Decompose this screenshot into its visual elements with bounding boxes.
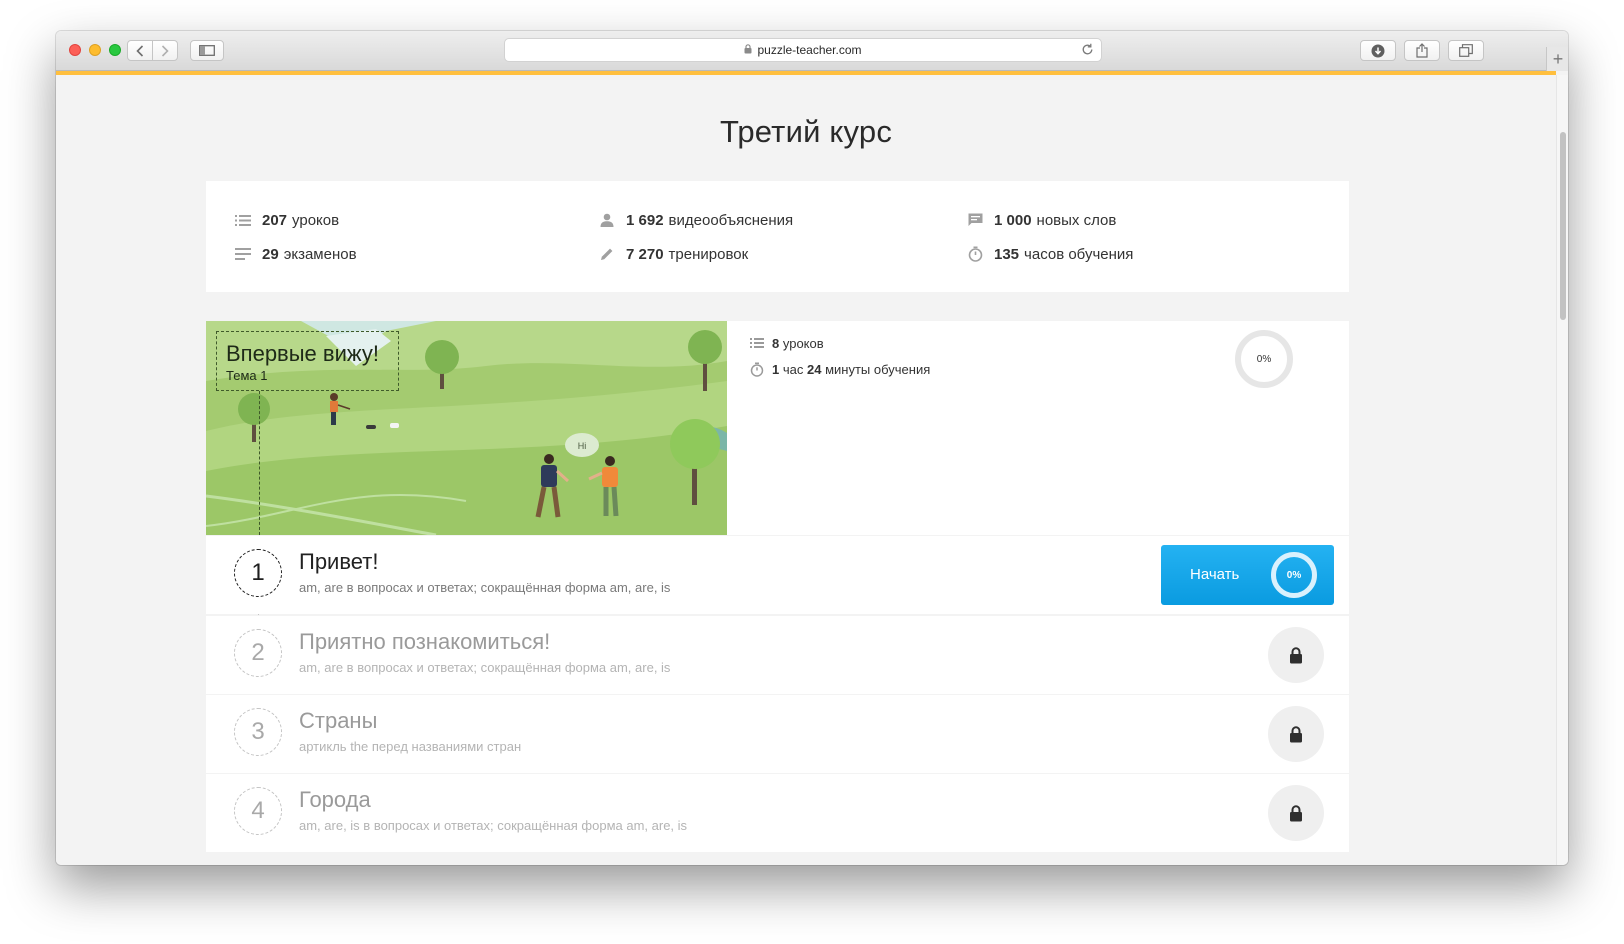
scrollbar-thumb[interactable]: [1560, 132, 1566, 320]
lesson-item-3[interactable]: 3 Страны артикль the перед названиями ст…: [206, 695, 1349, 773]
lesson-number-badge: 3: [234, 708, 282, 756]
topic-illustration: Hi Впервые вижу! Тема 1: [206, 321, 727, 535]
stat-words-value: 1 000: [994, 211, 1032, 229]
list-icon: [234, 211, 252, 229]
topic-progress-ring: 0%: [1235, 330, 1293, 388]
stopwatch-icon: [749, 361, 765, 377]
stat-exams-label: экзаменов: [283, 245, 357, 263]
topic-connector-line: [259, 391, 260, 535]
topic-lessons-value: 8: [772, 335, 780, 351]
topic-lessons-label: уроков: [782, 335, 824, 351]
share-button[interactable]: [1404, 40, 1440, 61]
lock-icon: [1290, 725, 1302, 742]
downloads-button[interactable]: [1360, 40, 1396, 61]
lesson-description: артикль the перед названиями стран: [299, 739, 522, 754]
locked-lesson-button[interactable]: [1268, 785, 1324, 841]
stat-hours-value: 135: [994, 245, 1020, 263]
stat-lessons-value: 207: [262, 211, 288, 229]
stat-videos-label: видеообъяснения: [668, 211, 794, 229]
lesson-title: Страны: [299, 708, 378, 733]
forward-button[interactable]: [152, 40, 178, 61]
share-icon: [1416, 43, 1428, 58]
stat-trainings-label: тренировок: [668, 245, 749, 263]
stat-exams: 29 экзаменов: [234, 245, 357, 263]
lesson-description: am, are, is в вопросах и ответах; сокращ…: [299, 818, 688, 833]
chat-icon: [966, 211, 984, 229]
speech-bubble-text: Hi: [578, 441, 587, 451]
start-lesson-button[interactable]: Начать 0%: [1161, 545, 1334, 605]
lesson-title: Города: [299, 787, 371, 812]
lesson-progress-label: 0%: [1286, 569, 1302, 581]
topic-subtitle: Тема 1: [226, 368, 268, 383]
topic-duration-hours-label: час: [782, 361, 804, 377]
topic-duration-minutes-label: минуты обучения: [825, 361, 931, 377]
locked-lesson-button[interactable]: [1268, 706, 1324, 762]
chevron-left-icon: [136, 44, 144, 57]
lesson-title: Приятно познакомиться!: [299, 629, 551, 654]
lock-small-icon: [744, 43, 752, 57]
address-bar[interactable]: puzzle-teacher.com: [504, 38, 1102, 62]
lock-icon: [1290, 804, 1302, 821]
lock-icon: [1290, 646, 1302, 663]
lesson-title: Привет!: [299, 549, 379, 574]
stat-words-label: новых слов: [1036, 211, 1117, 229]
topic-title: Впервые вижу!: [226, 341, 379, 366]
lesson-number-badge: 1: [234, 549, 282, 597]
browser-window: puzzle-teacher.com + Третий курс 207 уро…: [56, 31, 1568, 865]
stat-trainings-value: 7 270: [626, 245, 664, 263]
browser-titlebar: puzzle-teacher.com: [56, 31, 1568, 71]
page-content: Третий курс 207 уроков 1 692 видеообъясн…: [56, 75, 1556, 865]
topic-label-box: Впервые вижу! Тема 1: [216, 331, 399, 391]
lesson-number-badge: 4: [234, 787, 282, 835]
page-scrollbar[interactable]: [1556, 75, 1568, 865]
topic-card: Hi Впервые вижу! Тема 1 8 уроков 1 час 2…: [206, 321, 1349, 535]
stat-videos: 1 692 видеообъяснения: [598, 211, 793, 229]
course-stats-panel: 207 уроков 1 692 видеообъяснения 1 000 н…: [206, 181, 1349, 292]
person-icon: [598, 211, 616, 229]
back-button[interactable]: [127, 40, 153, 61]
stat-exams-value: 29: [262, 245, 279, 263]
list-icon: [749, 335, 765, 351]
lesson-description: am, are в вопросах и ответах; сокращённа…: [299, 580, 671, 595]
stat-lessons: 207 уроков: [234, 211, 339, 229]
lesson-item-2[interactable]: 2 Приятно познакомиться! am, are в вопро…: [206, 616, 1349, 694]
reload-icon[interactable]: [1081, 43, 1094, 59]
zoom-window-button[interactable]: [109, 44, 121, 56]
close-window-button[interactable]: [69, 44, 81, 56]
topic-meta: 8 уроков 1 час 24 минуты обучения: [749, 335, 930, 387]
stat-videos-value: 1 692: [626, 211, 664, 229]
topic-duration-hours: 1: [772, 361, 780, 377]
lesson-item-4[interactable]: 4 Города am, are, is в вопросах и ответа…: [206, 774, 1349, 852]
stat-hours-label: часов обучения: [1024, 245, 1134, 263]
stopwatch-icon: [966, 245, 984, 263]
lesson-progress-ring: 0%: [1271, 552, 1317, 598]
new-tab-button[interactable]: +: [1546, 47, 1568, 71]
address-url: puzzle-teacher.com: [757, 43, 862, 57]
stat-hours: 135 часов обучения: [966, 245, 1133, 263]
stat-trainings: 7 270 тренировок: [598, 245, 748, 263]
lesson-description: am, are в вопросах и ответах; сокращённа…: [299, 660, 671, 675]
sidebar-toggle-button[interactable]: [190, 40, 224, 61]
stat-lessons-label: уроков: [292, 211, 340, 229]
lines-icon: [234, 245, 252, 263]
download-icon: [1371, 44, 1385, 57]
topic-duration: 1 час 24 минуты обучения: [749, 361, 930, 377]
tabs-overview-button[interactable]: [1448, 40, 1484, 61]
locked-lesson-button[interactable]: [1268, 627, 1324, 683]
minimize-window-button[interactable]: [89, 44, 101, 56]
page-title: Третий курс: [719, 114, 893, 149]
pencil-icon: [598, 245, 616, 263]
lesson-number-badge: 2: [234, 629, 282, 677]
chevron-right-icon: [161, 44, 169, 57]
start-button-label: Начать: [1190, 566, 1240, 583]
stat-words: 1 000 новых слов: [966, 211, 1116, 229]
topic-progress-label: 0%: [1256, 353, 1272, 365]
topic-duration-minutes: 24: [807, 361, 822, 377]
tabs-icon: [1459, 44, 1473, 57]
sidebar-icon: [199, 45, 215, 56]
topic-lessons-count: 8 уроков: [749, 335, 930, 351]
lesson-item-1[interactable]: 1 Привет! am, are в вопросах и ответах; …: [206, 536, 1349, 614]
